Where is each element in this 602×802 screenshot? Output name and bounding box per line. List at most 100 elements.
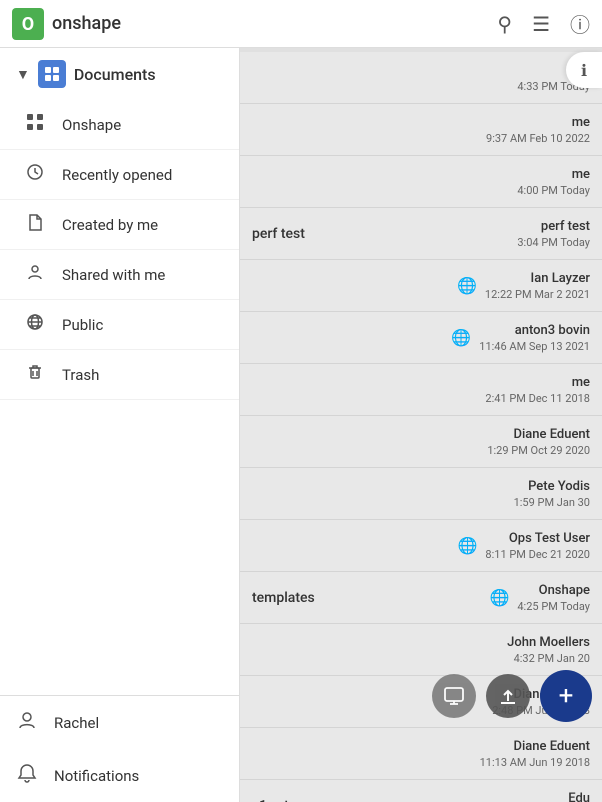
doc-meta: Diane Eduent 1:29 PM Oct 29 2020 (487, 427, 590, 457)
table-row[interactable]: Pete Yodis 1:59 PM Jan 30 (240, 468, 602, 520)
plus-icon: + (559, 681, 574, 711)
doc-meta: anton3 bovin 11:46 AM Sep 13 2021 (479, 323, 590, 353)
doc-meta: me 9:37 AM Feb 10 2022 (486, 115, 590, 145)
chevron-down-icon: ▼ (16, 66, 30, 83)
globe-icon (24, 313, 46, 336)
file-icon (24, 213, 46, 236)
doc-owner: Ian Layzer (485, 271, 590, 286)
table-row[interactable]: v1.x_t Edu 1:29 PM Dec 19 2019 (240, 780, 602, 802)
documents-label: Documents (74, 65, 156, 84)
doc-info: v1.x_t (252, 798, 477, 802)
upload-fab-button[interactable] (486, 674, 530, 718)
doc-date: 2:41 PM Dec 11 2018 (485, 392, 590, 405)
doc-date: 9:37 AM Feb 10 2022 (486, 132, 590, 145)
doc-meta: Edu 1:29 PM Dec 19 2019 (485, 791, 590, 802)
doc-owner: Diane Eduent (487, 427, 590, 442)
sidebar-item-shared-with-me[interactable]: Shared with me (0, 250, 239, 300)
table-row[interactable]: me 2:41 PM Dec 11 2018 (240, 364, 602, 416)
doc-date: 11:13 AM Jun 19 2018 (480, 756, 590, 769)
sidebar-item-created-by-me-label: Created by me (62, 216, 158, 234)
user-label: Rachel (54, 714, 99, 732)
sidebar-item-recently-opened[interactable]: Recently opened (0, 150, 239, 200)
doc-title: v1.x_t (252, 798, 477, 802)
table-row[interactable]: 🌐 anton3 bovin 11:46 AM Sep 13 2021 (240, 312, 602, 364)
doc-meta: Diane Eduent 11:13 AM Jun 19 2018 (480, 739, 590, 769)
table-row[interactable]: John Moellers 4:32 PM Jan 20 (240, 624, 602, 676)
onshape-logo-icon: O (12, 8, 44, 40)
doc-title: perf test (252, 226, 509, 242)
sidebar-item-public-label: Public (62, 316, 103, 334)
globe-indicator-icon: 🌐 (451, 328, 471, 347)
table-row[interactable]: Diane Eduent 11:13 AM Jun 19 2018 (240, 728, 602, 780)
sidebar-documents-header[interactable]: ▼ Documents (0, 48, 239, 100)
sidebar-item-onshape-label: Onshape (62, 116, 121, 134)
doc-owner: Ops Test User (485, 531, 590, 546)
table-row[interactable]: perf test perf test 3:04 PM Today (240, 208, 602, 260)
doc-owner: me (486, 115, 590, 130)
fab-area: + (432, 670, 592, 722)
sidebar-item-public[interactable]: Public (0, 300, 239, 350)
doc-info: perf test (252, 226, 509, 242)
doc-meta: me 2:41 PM Dec 11 2018 (485, 375, 590, 405)
svg-text:O: O (22, 14, 34, 35)
user-icon (16, 710, 38, 735)
table-row[interactable]: me 4:00 PM Today (240, 156, 602, 208)
sidebar-item-onshape[interactable]: Onshape (0, 100, 239, 150)
doc-date: 4:32 PM Jan 20 (507, 652, 590, 665)
bell-icon (16, 763, 38, 788)
doc-date: 1:59 PM Jan 30 (514, 496, 590, 509)
logo-text: onshape (52, 13, 121, 34)
sidebar-item-notifications[interactable]: Notifications (0, 749, 239, 802)
doc-meta: John Moellers 4:32 PM Jan 20 (507, 635, 590, 665)
sidebar-item-recently-opened-label: Recently opened (62, 166, 172, 184)
content-area: ℹ me 4:33 PM Today me 9:37 AM Fe (240, 48, 602, 802)
menu-icon[interactable]: ☰ (532, 12, 550, 36)
doc-date: 1:29 PM Oct 29 2020 (487, 444, 590, 457)
doc-date: 3:04 PM Today (517, 236, 590, 249)
globe-indicator-icon: 🌐 (458, 536, 478, 555)
notifications-label: Notifications (54, 767, 139, 785)
help-icon[interactable]: ⓘ (570, 9, 590, 38)
monitor-fab-button[interactable] (432, 674, 476, 718)
doc-owner: John Moellers (507, 635, 590, 650)
table-row[interactable]: me 9:37 AM Feb 10 2022 (240, 104, 602, 156)
globe-indicator-icon: 🌐 (489, 588, 509, 607)
doc-owner: Onshape (517, 583, 590, 598)
doc-date: 11:46 AM Sep 13 2021 (479, 340, 590, 353)
table-row[interactable]: 🌐 Ops Test User 8:11 PM Dec 21 2020 (240, 520, 602, 572)
add-fab-button[interactable]: + (540, 670, 592, 722)
header-icons: ⚲ ☰ ⓘ (497, 9, 590, 38)
globe-indicator-icon: 🌐 (457, 276, 477, 295)
info-button[interactable]: ℹ (566, 52, 602, 88)
doc-date: 12:22 PM Mar 2 2021 (485, 288, 590, 301)
doc-meta: Ian Layzer 12:22 PM Mar 2 2021 (485, 271, 590, 301)
search-icon[interactable]: ⚲ (497, 12, 512, 36)
top-header: O onshape ⚲ ☰ ⓘ (0, 0, 602, 48)
doc-owner: Edu (485, 791, 590, 802)
logo-area: O onshape (12, 8, 497, 40)
table-row[interactable]: templates 🌐 Onshape 4:25 PM Today (240, 572, 602, 624)
sidebar: ▼ Documents Onshape (0, 48, 240, 802)
doc-title: templates (252, 590, 481, 606)
grid-icon (24, 113, 46, 136)
sidebar-item-user[interactable]: Rachel (0, 696, 239, 749)
table-row[interactable]: Diane Eduent 1:29 PM Oct 29 2020 (240, 416, 602, 468)
sidebar-item-trash[interactable]: Trash (0, 350, 239, 400)
sidebar-item-trash-label: Trash (62, 366, 99, 384)
doc-meta: perf test 3:04 PM Today (517, 219, 590, 249)
doc-owner: perf test (517, 219, 590, 234)
doc-meta: me 4:00 PM Today (517, 167, 590, 197)
doc-meta: Onshape 4:25 PM Today (517, 583, 590, 613)
sidebar-bottom: Rachel Notifications (0, 695, 239, 802)
doc-date: 4:00 PM Today (517, 184, 590, 197)
doc-owner: anton3 bovin (479, 323, 590, 338)
table-row[interactable]: 🌐 Ian Layzer 12:22 PM Mar 2 2021 (240, 260, 602, 312)
sidebar-item-created-by-me[interactable]: Created by me (0, 200, 239, 250)
table-row[interactable]: me 4:33 PM Today (240, 52, 602, 104)
trash-icon (24, 363, 46, 386)
doc-date: 8:11 PM Dec 21 2020 (485, 548, 590, 561)
documents-icon (38, 60, 66, 88)
doc-owner: me (517, 167, 590, 182)
doc-owner: me (485, 375, 590, 390)
doc-meta: Ops Test User 8:11 PM Dec 21 2020 (485, 531, 590, 561)
